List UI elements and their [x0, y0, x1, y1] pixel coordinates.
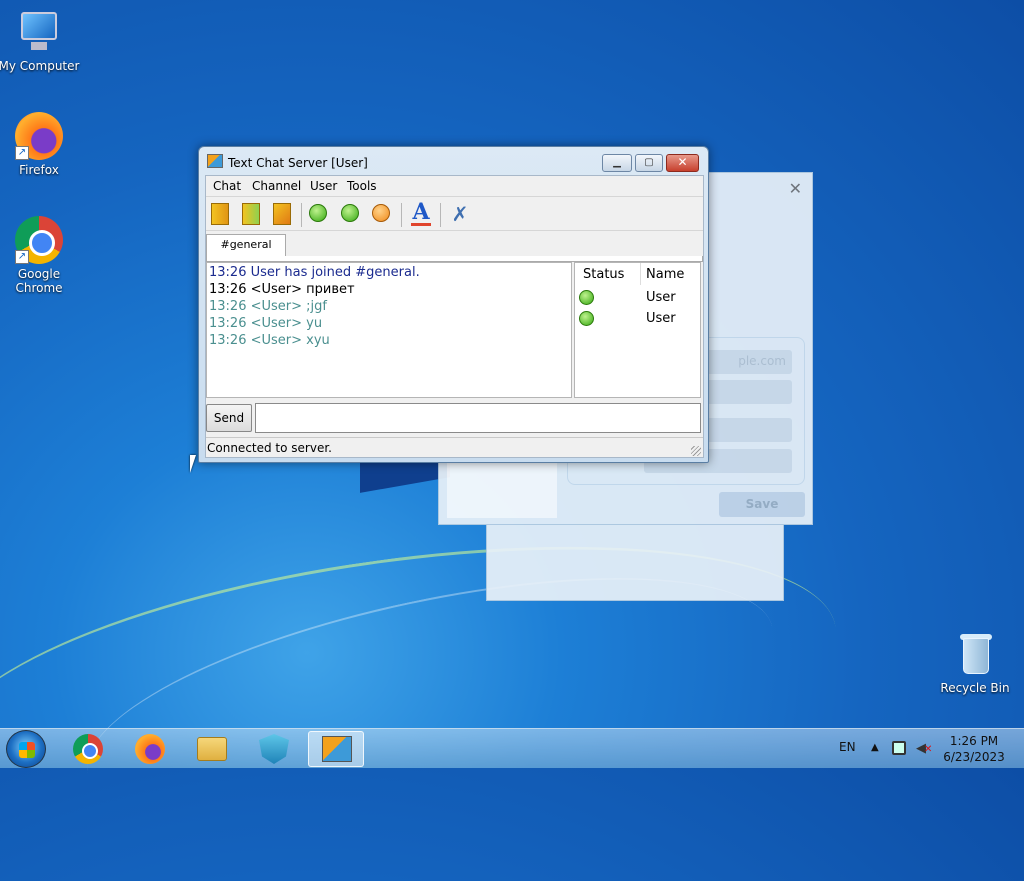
desktop-icon-label: Recycle Bin: [940, 681, 1010, 695]
chat-message: 13:26 User has joined #general.: [209, 265, 420, 280]
user-list[interactable]: Status Name User User: [574, 262, 701, 398]
vpn-shield-icon: [259, 734, 289, 764]
window-title: Text Chat Server [User]: [228, 156, 368, 170]
taskbar: EN ▲ ◀ ✕ 1:26 PM 6/23/2023: [0, 728, 1024, 768]
taskbar-file-explorer[interactable]: [184, 731, 240, 767]
status-bar: Connected to server.: [206, 437, 703, 458]
status-text: Connected to server.: [207, 441, 332, 455]
maximize-button[interactable]: ▢: [635, 154, 663, 172]
shortcut-arrow-icon: ↗: [15, 250, 29, 264]
tab-general[interactable]: #general: [206, 234, 286, 256]
toolbar-separator: [401, 203, 402, 227]
desktop-icon-label: My Computer: [0, 59, 80, 73]
menu-bar: Chat Channel User Tools: [206, 176, 703, 195]
language-indicator[interactable]: EN: [839, 740, 856, 754]
firefox-icon: ↗: [15, 112, 63, 160]
user-list-row[interactable]: User: [575, 288, 700, 309]
desktop-icon-chrome[interactable]: ↗ Google Chrome: [0, 216, 82, 295]
desktop-icon-label: Firefox: [19, 163, 59, 177]
desktop-icon-my-computer[interactable]: My Computer: [0, 8, 82, 73]
send-button[interactable]: Send: [206, 404, 252, 432]
firefox-icon: [135, 734, 165, 764]
network-icon[interactable]: [892, 741, 906, 755]
window-titlebar[interactable]: Text Chat Server [User] ▁ ▢ ✕: [199, 147, 708, 175]
save-button[interactable]: Save: [719, 492, 805, 517]
column-header-status[interactable]: Status: [583, 267, 624, 282]
user-info-icon[interactable]: [306, 201, 332, 227]
user-name: User: [646, 311, 676, 326]
taskbar-chrome[interactable]: [60, 731, 116, 767]
text-chat-server-icon: [322, 736, 352, 762]
toolbar-separator: [440, 203, 441, 227]
muted-icon: ✕: [924, 744, 933, 755]
menu-chat[interactable]: Chat: [213, 179, 241, 193]
online-smiley-icon: [579, 311, 594, 326]
resize-grip-icon[interactable]: [691, 446, 701, 456]
background-preview-box: [447, 463, 557, 518]
minimize-button[interactable]: ▁: [602, 154, 632, 172]
online-smiley-icon: [579, 290, 594, 305]
close-icon[interactable]: ✕: [789, 179, 802, 198]
app-icon: [207, 154, 223, 168]
desktop-icon-recycle-bin[interactable]: Recycle Bin: [932, 630, 1018, 695]
message-input[interactable]: [255, 403, 701, 433]
menu-tools[interactable]: Tools: [347, 179, 377, 193]
toolbar-separator: [301, 203, 302, 227]
away-icon[interactable]: [369, 201, 395, 227]
column-divider[interactable]: [640, 263, 641, 285]
toolbar: A ✗: [206, 196, 703, 231]
column-header-name[interactable]: Name: [646, 267, 684, 282]
chrome-icon: ↗: [15, 216, 63, 264]
taskbar-firefox[interactable]: [122, 731, 178, 767]
chrome-icon: [73, 734, 103, 764]
shortcut-arrow-icon: ↗: [15, 146, 29, 160]
window-client-area: Chat Channel User Tools A ✗ #general 13:…: [205, 175, 704, 458]
start-button[interactable]: [6, 730, 46, 768]
whois-icon[interactable]: [338, 201, 364, 227]
user-list-row[interactable]: User: [575, 309, 700, 330]
show-hidden-icons-icon[interactable]: ▲: [871, 742, 879, 753]
desktop-icon-firefox[interactable]: ↗ Firefox: [0, 112, 82, 177]
menu-channel[interactable]: Channel: [252, 179, 301, 193]
clock[interactable]: 1:26 PM 6/23/2023: [938, 733, 1010, 765]
settings-tools-icon[interactable]: ✗: [447, 201, 473, 227]
channel-tabs: #general: [206, 233, 703, 262]
my-computer-icon: [15, 8, 63, 56]
font-icon[interactable]: A: [408, 201, 434, 227]
chat-log[interactable]: 13:26 User has joined #general. 13:26 <U…: [206, 262, 572, 398]
user-name: User: [646, 290, 676, 305]
chat-message: 13:26 <User> ;jgf: [209, 299, 327, 314]
background-dialog-lower: [486, 525, 784, 601]
desktop-icon-label: Google Chrome: [15, 267, 63, 295]
channel-list-icon[interactable]: [239, 201, 265, 227]
text-chat-server-window[interactable]: Text Chat Server [User] ▁ ▢ ✕ Chat Chann…: [198, 146, 709, 463]
taskbar-text-chat-server[interactable]: [308, 731, 364, 767]
mouse-pointer-icon: [190, 455, 202, 473]
chat-message: 13:26 <User> xyu: [209, 333, 330, 348]
chat-message: 13:26 <User> привет: [209, 282, 355, 297]
clock-time: 1:26 PM: [949, 734, 999, 748]
close-button[interactable]: ✕: [666, 154, 699, 172]
taskbar-vpn[interactable]: [246, 731, 302, 767]
folder-icon: [197, 737, 227, 761]
menu-user[interactable]: User: [310, 179, 337, 193]
chat-message: 13:26 <User> yu: [209, 316, 323, 331]
recycle-bin-icon: [951, 630, 999, 678]
leave-channel-icon[interactable]: [270, 201, 296, 227]
join-channel-icon[interactable]: [208, 201, 234, 227]
clock-date: 6/23/2023: [943, 750, 1005, 764]
